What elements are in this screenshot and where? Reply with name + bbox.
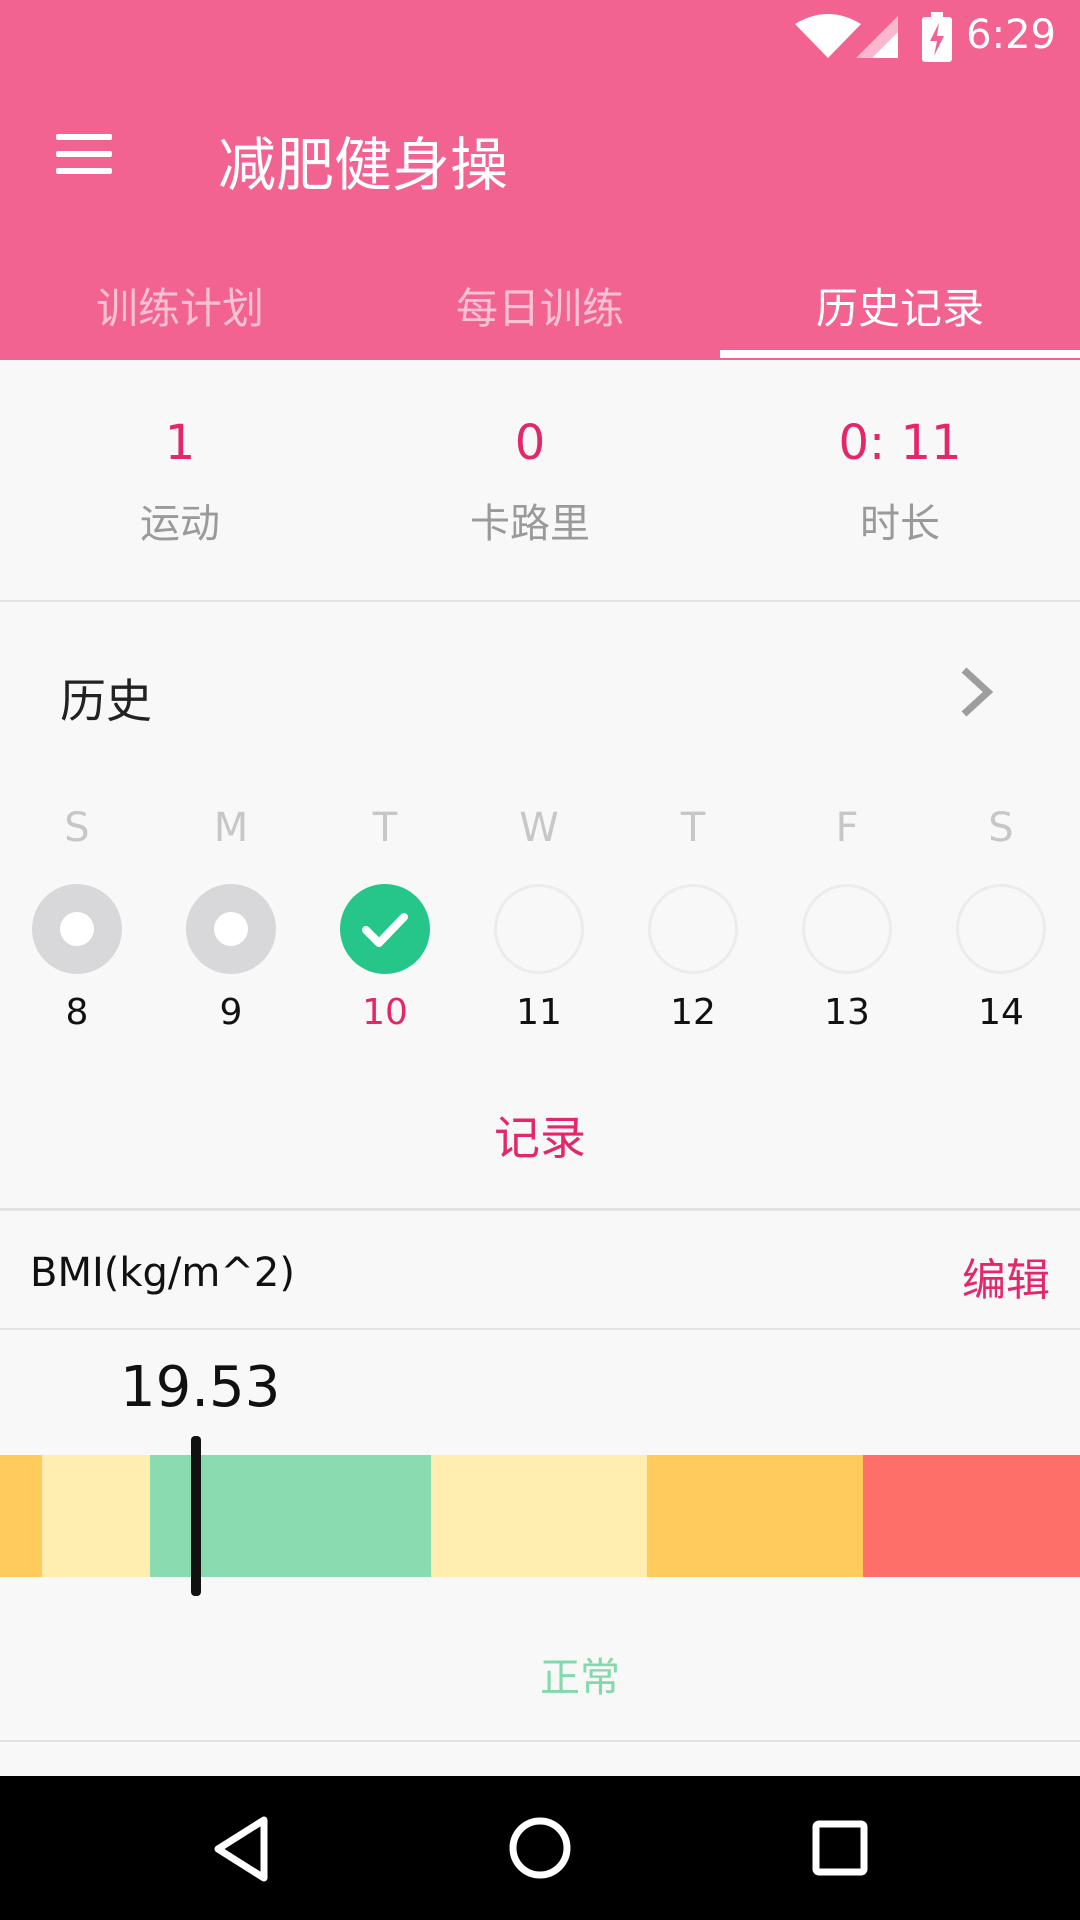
bmi-edit-button[interactable]: 编辑: [962, 1244, 1050, 1308]
history-title: 历史: [60, 674, 152, 728]
chevron-right-icon[interactable]: [958, 666, 998, 718]
bmi-scale-segment: [647, 1455, 863, 1577]
day-8-partial-indicator[interactable]: [32, 884, 122, 974]
bmi-scale-segment: [863, 1455, 1080, 1577]
record-button[interactable]: 记录: [0, 1102, 1080, 1168]
back-icon[interactable]: [210, 1814, 274, 1884]
stat-duration-label: 时长: [860, 501, 940, 547]
menu-icon[interactable]: [56, 134, 112, 174]
home-icon[interactable]: [508, 1816, 572, 1880]
stat-exercises-label: 运动: [140, 501, 220, 547]
day-number: 14: [978, 992, 1024, 1033]
stat-exercises: 1 运动: [0, 415, 360, 549]
bmi-scale-segment: [42, 1455, 150, 1577]
weekday-label: M: [213, 805, 249, 851]
weekday-label: W: [519, 805, 559, 851]
system-nav-bar: [0, 1776, 1080, 1920]
status-bar: 6:29: [0, 0, 1080, 75]
day-12-indicator[interactable]: [648, 884, 738, 974]
divider: [0, 600, 1080, 602]
app-title: 减肥健身操: [218, 131, 509, 199]
signal-icon: [856, 16, 898, 58]
stat-duration: 0: 11 时长: [720, 415, 1080, 549]
day-number: 12: [670, 992, 716, 1033]
day-number: 8: [65, 992, 89, 1033]
stats-section: 1 运动 0 卡路里 0: 11 时长: [0, 360, 1080, 600]
bmi-scale-segment: [0, 1455, 42, 1577]
tab-indicator: [720, 350, 1080, 358]
status-time: 6:29: [966, 12, 1056, 58]
weekday-label: S: [988, 805, 1014, 851]
bmi-status: 正常: [540, 1655, 620, 1701]
day-number-today: 10: [362, 992, 408, 1033]
bmi-scale-bar: [0, 1455, 1080, 1577]
divider: [0, 1328, 1080, 1330]
bmi-marker: [191, 1436, 201, 1596]
divider: [0, 1208, 1080, 1211]
battery-icon: [922, 12, 952, 62]
app-bar: 6:29 减肥健身操 训练计划 每日训练 历史记录: [0, 0, 1080, 360]
weekday-label: S: [64, 805, 90, 851]
tab-daily-training[interactable]: 每日训练: [360, 275, 720, 336]
bmi-value: 19.53: [120, 1355, 281, 1420]
weekday-label: T: [680, 805, 706, 851]
stat-exercises-value: 1: [164, 415, 196, 471]
stat-calories-value: 0: [514, 415, 546, 471]
stat-duration-value: 0: 11: [838, 415, 962, 471]
day-11-indicator[interactable]: [494, 884, 584, 974]
weekday-label: F: [835, 805, 859, 851]
day-14-indicator[interactable]: [956, 884, 1046, 974]
bmi-label: BMI(kg/m^2): [30, 1250, 295, 1296]
tab-bar: 训练计划 每日训练 历史记录: [0, 255, 1080, 360]
weekday-label: T: [372, 805, 398, 851]
day-number: 13: [824, 992, 870, 1033]
stat-calories: 0 卡路里: [350, 415, 710, 549]
divider: [0, 1740, 1080, 1742]
day-10-completed-indicator[interactable]: [340, 884, 430, 974]
day-9-partial-indicator[interactable]: [186, 884, 276, 974]
tab-training-plan[interactable]: 训练计划: [0, 275, 360, 336]
check-icon: [362, 913, 408, 947]
bmi-scale-segment: [431, 1455, 647, 1577]
day-number: 9: [219, 992, 243, 1033]
wifi-icon: [795, 14, 861, 58]
tab-history[interactable]: 历史记录: [720, 275, 1080, 336]
recents-icon[interactable]: [812, 1820, 868, 1876]
day-number: 11: [516, 992, 562, 1033]
day-13-indicator[interactable]: [802, 884, 892, 974]
stat-calories-label: 卡路里: [470, 501, 590, 547]
